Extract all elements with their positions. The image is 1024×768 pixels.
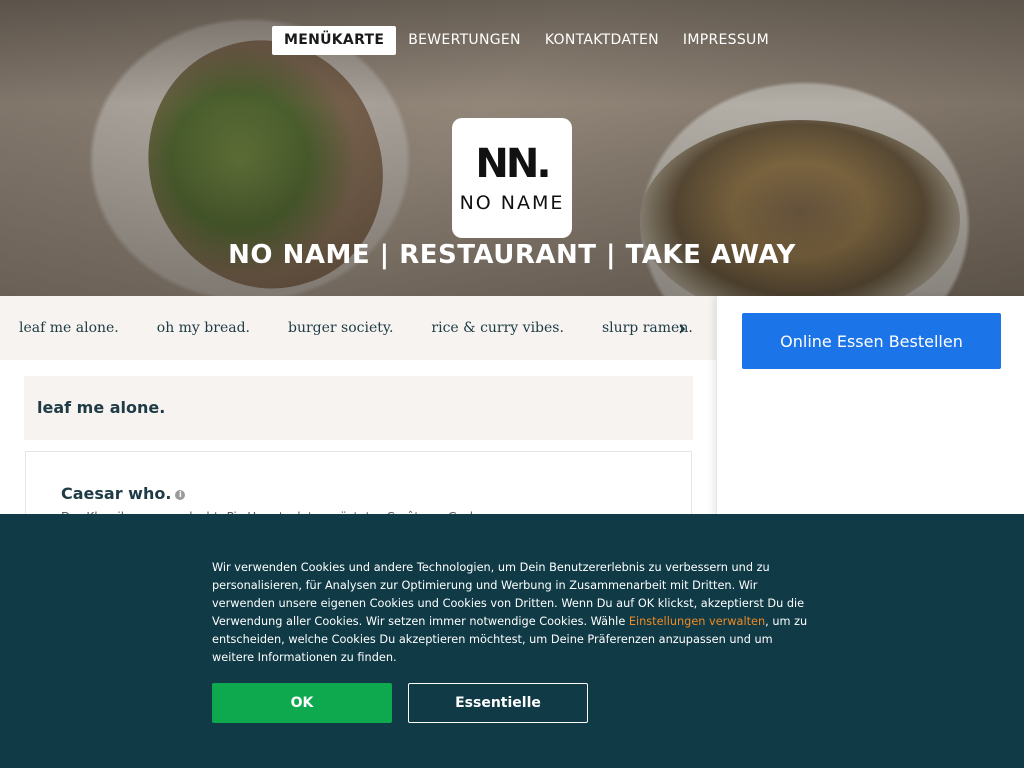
logo-mark: NN.: [475, 141, 551, 187]
cookie-ok-button[interactable]: OK: [212, 683, 392, 723]
nav-item-menuekarte[interactable]: MENÜKARTE: [272, 26, 397, 55]
nav-item-impressum[interactable]: IMPRESSUM: [671, 26, 781, 55]
cookie-text: Wir verwenden Cookies und andere Technol…: [212, 559, 816, 667]
dish-name-wrapper: Caesar who. i: [61, 484, 186, 503]
info-icon[interactable]: i: [175, 489, 186, 500]
category-burger-society[interactable]: burger society.: [288, 320, 393, 336]
category-leaf-me-alone[interactable]: leaf me alone.: [19, 320, 119, 336]
restaurant-title: NO NAME | RESTAURANT | TAKE AWAY: [228, 240, 796, 270]
nav-item-kontaktdaten[interactable]: KONTAKTDATEN: [533, 26, 671, 55]
dish-name: Caesar who.: [61, 484, 172, 503]
restaurant-logo: NN. NO NAME: [452, 118, 572, 238]
order-online-button[interactable]: Online Essen Bestellen: [742, 313, 1001, 369]
manage-settings-link[interactable]: Einstellungen verwalten: [629, 615, 765, 628]
nav-item-bewertungen[interactable]: BEWERTUNGEN: [396, 26, 533, 55]
category-bar: leaf me alone. oh my bread. burger socie…: [0, 296, 716, 360]
main-nav: MENÜKARTE BEWERTUNGEN KONTAKTDATEN IMPRE…: [272, 26, 781, 55]
menu-section-header: leaf me alone.: [24, 376, 693, 440]
section-title: leaf me alone.: [37, 398, 166, 417]
cookie-banner: Wir verwenden Cookies und andere Technol…: [0, 514, 1024, 768]
cookie-essential-button[interactable]: Essentielle: [408, 683, 588, 723]
logo-text: NO NAME: [459, 192, 565, 214]
hero-banner: MENÜKARTE BEWERTUNGEN KONTAKTDATEN IMPRE…: [0, 0, 1024, 296]
chevron-right-icon[interactable]: ›: [678, 318, 692, 338]
category-oh-my-bread[interactable]: oh my bread.: [157, 320, 250, 336]
category-rice-curry-vibes[interactable]: rice & curry vibes.: [431, 320, 564, 336]
